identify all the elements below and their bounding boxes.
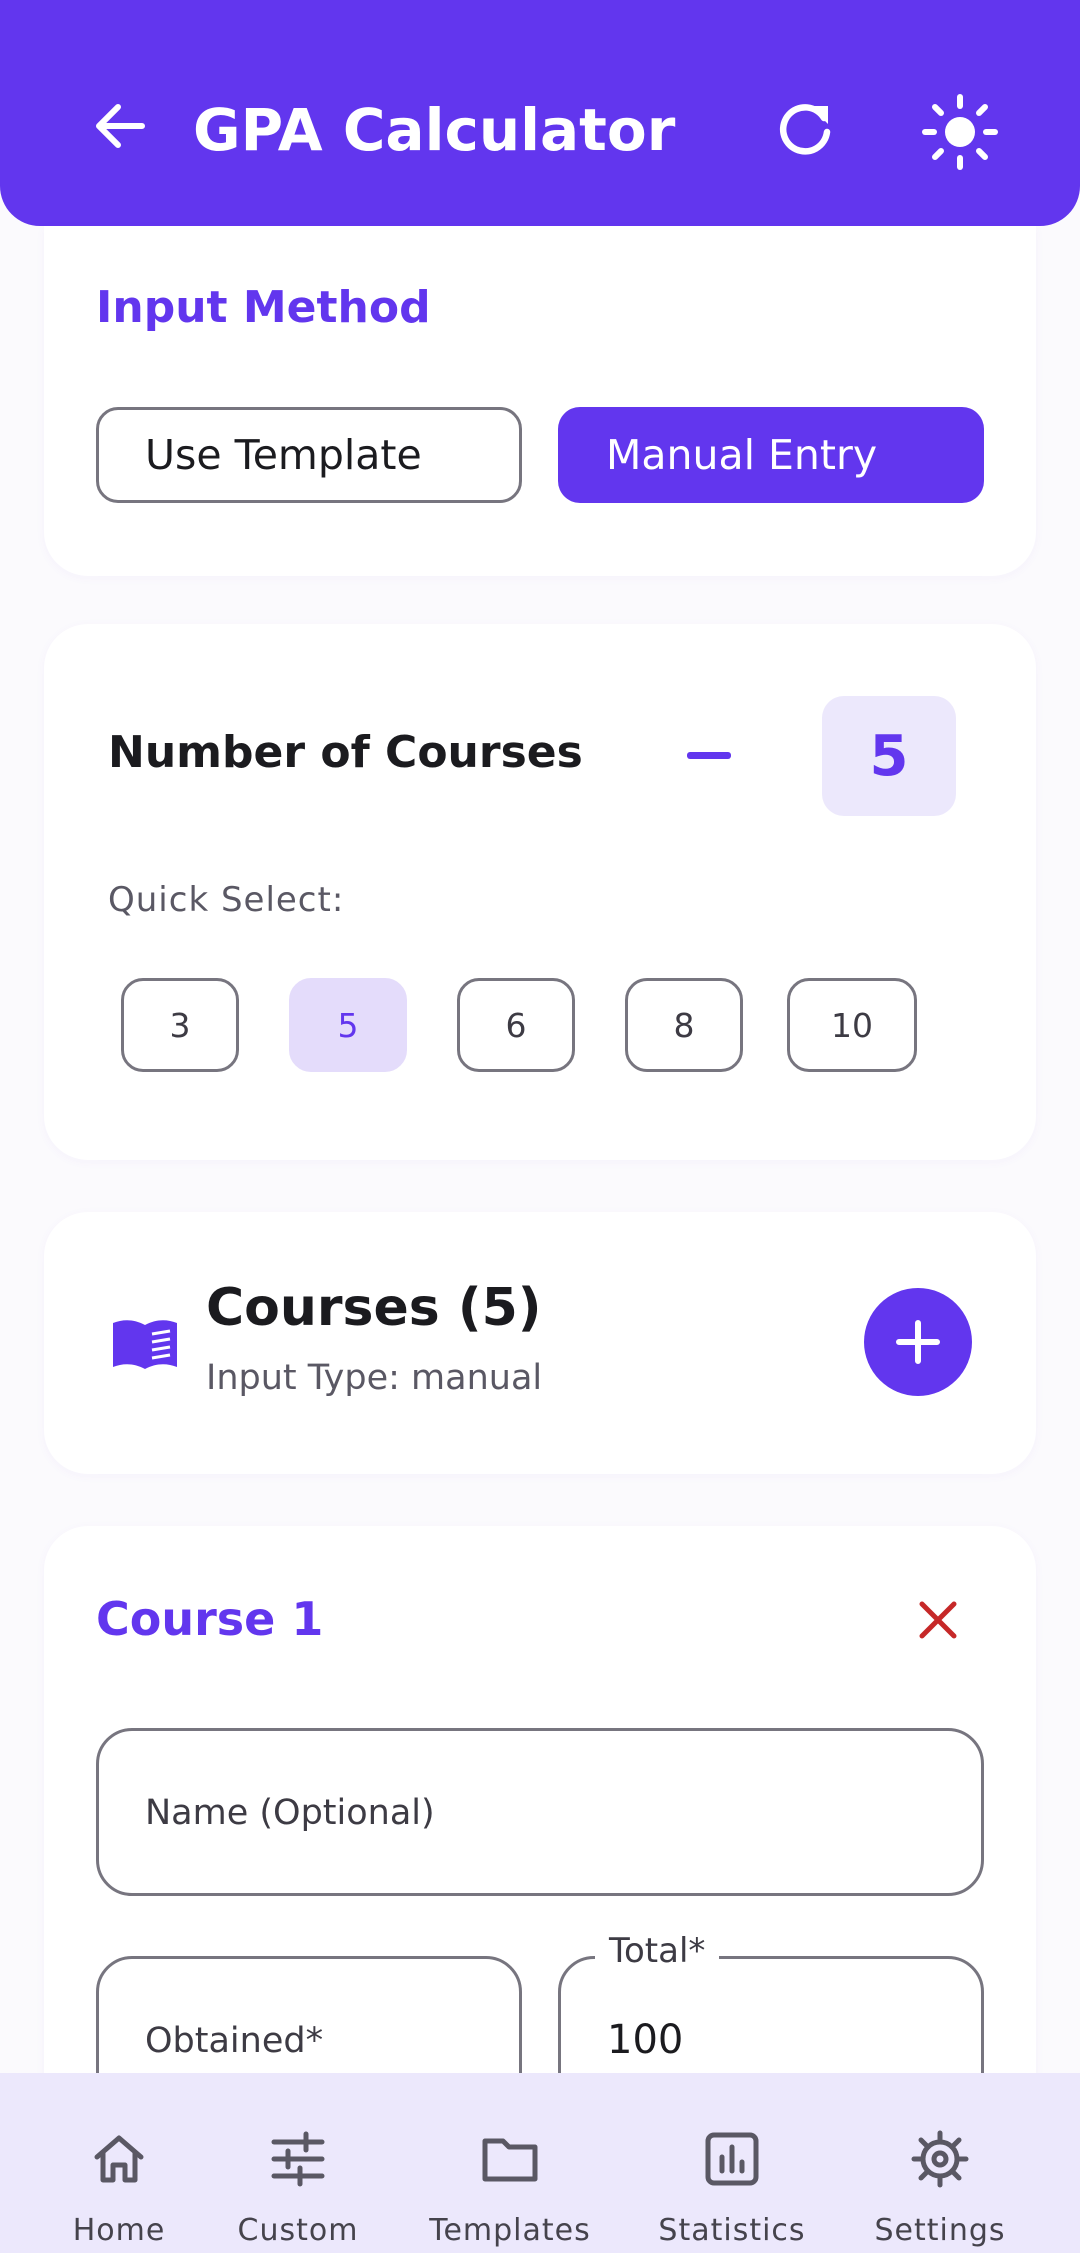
nav-settings-label: Settings	[874, 2213, 1006, 2248]
app-bar: GPA Calculator	[0, 0, 1080, 226]
course-name-placeholder: Name (Optional)	[145, 1793, 435, 1833]
nav-home[interactable]: Home	[59, 2073, 179, 2253]
arrow-left-icon[interactable]	[88, 94, 152, 158]
refresh-icon[interactable]	[770, 94, 840, 164]
chart-icon	[705, 2132, 759, 2186]
nav-templates-label: Templates	[429, 2213, 591, 2248]
page-title: GPA Calculator	[193, 96, 676, 164]
sun-icon[interactable]	[922, 94, 998, 170]
course-1-title: Course 1	[96, 1592, 324, 1646]
nav-custom-label: Custom	[237, 2213, 359, 2248]
nav-settings[interactable]: Settings	[870, 2073, 1010, 2253]
close-icon[interactable]	[916, 1598, 960, 1642]
input-method-title: Input Method	[96, 282, 431, 333]
manual-entry-button[interactable]: Manual Entry	[558, 407, 984, 503]
courses-title: Courses (5)	[206, 1278, 542, 1338]
courses-header-card: Courses (5) Input Type: manual	[44, 1212, 1036, 1474]
home-icon	[94, 2135, 144, 2183]
book-icon	[113, 1320, 177, 1369]
total-label: Total*	[595, 1931, 720, 1971]
sliders-icon	[271, 2131, 325, 2187]
bottom-nav: Home Custom Templates Statistics Setting…	[0, 2073, 1080, 2253]
quick-select-5[interactable]: 5	[289, 978, 407, 1072]
nav-home-label: Home	[72, 2213, 166, 2248]
number-of-courses-card: Number of Courses 5 Quick Select: 3 5 6 …	[44, 624, 1036, 1160]
course-count-value: 5	[822, 696, 956, 816]
input-method-card: Input Method Use Template Manual Entry	[44, 226, 1036, 576]
decrement-button[interactable]	[687, 752, 731, 759]
nav-statistics-label: Statistics	[658, 2213, 806, 2248]
quick-select-6[interactable]: 6	[457, 978, 575, 1072]
use-template-button[interactable]: Use Template	[96, 407, 522, 503]
plus-icon	[896, 1320, 940, 1364]
total-value: 100	[607, 2017, 684, 2063]
quick-select-10[interactable]: 10	[787, 978, 917, 1072]
number-of-courses-label: Number of Courses	[108, 727, 583, 778]
folder-icon	[482, 2138, 538, 2182]
quick-select-3[interactable]: 3	[121, 978, 239, 1072]
obtained-placeholder: Obtained*	[145, 2021, 324, 2061]
nav-custom[interactable]: Custom	[228, 2073, 368, 2253]
add-course-button[interactable]	[864, 1288, 972, 1396]
gear-icon	[911, 2130, 969, 2188]
quick-select-8[interactable]: 8	[625, 978, 743, 1072]
nav-statistics[interactable]: Statistics	[652, 2073, 812, 2253]
input-type-subtitle: Input Type: manual	[206, 1358, 543, 1398]
quick-select-label: Quick Select:	[108, 880, 345, 920]
course-name-field[interactable]: Name (Optional)	[96, 1728, 984, 1896]
nav-templates[interactable]: Templates	[420, 2073, 600, 2253]
